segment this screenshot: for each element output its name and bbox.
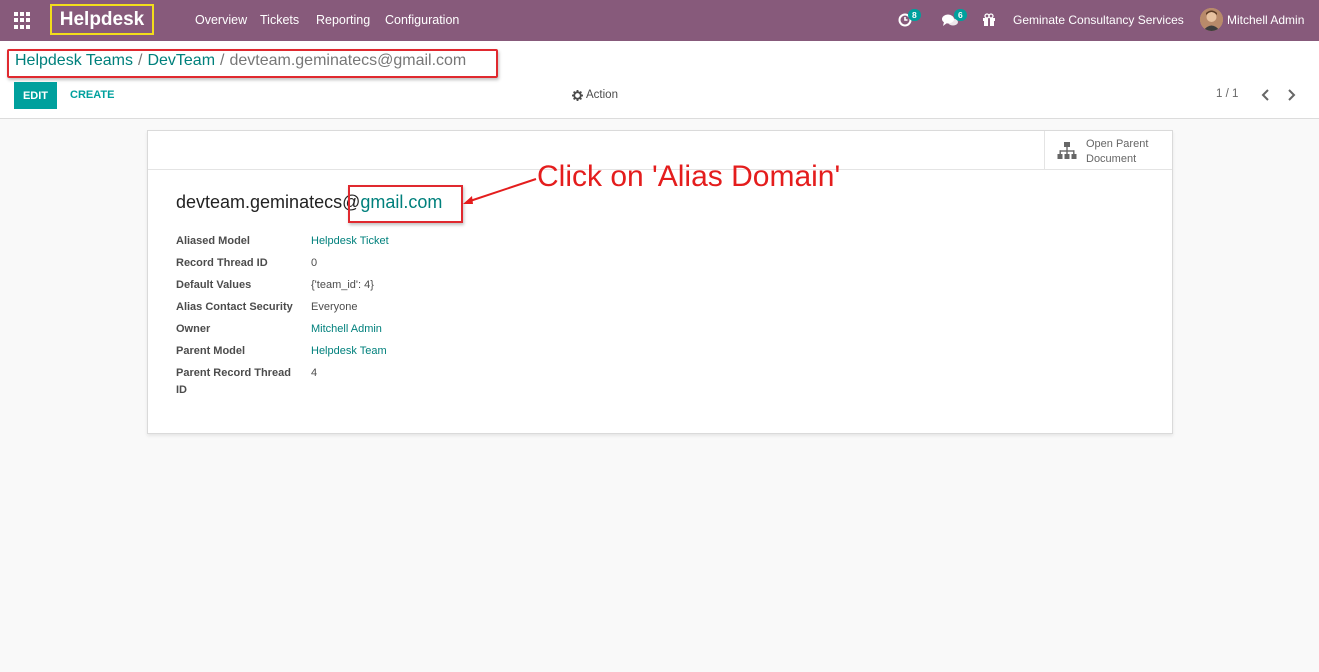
activity-clock-icon[interactable]: 8 (898, 9, 921, 28)
activity-count-badge: 8 (908, 9, 921, 21)
user-avatar[interactable] (1200, 8, 1223, 31)
open-parent-document-button[interactable]: Open Parent Document (1044, 131, 1172, 169)
field-label: Owner (176, 323, 211, 335)
gift-icon[interactable] (982, 10, 1000, 28)
breadcrumb-current: devteam.geminatecs@gmail.com (229, 52, 467, 69)
breadcrumb-devteam[interactable]: DevTeam (147, 52, 215, 69)
sitemap-icon (1057, 142, 1077, 159)
pager-value[interactable]: 1 / 1 (1216, 88, 1238, 100)
action-label: Action (586, 89, 618, 101)
pager-previous-chevron-left-icon[interactable] (1259, 87, 1273, 103)
field-label: Aliased Model (176, 235, 250, 247)
breadcrumb-helpdesk-teams[interactable]: Helpdesk Teams (15, 52, 133, 69)
smart-button-label: Open Parent Document (1086, 138, 1149, 165)
field-value-record-thread-id: 0 (311, 257, 318, 269)
messages-chat-icon[interactable]: 6 (942, 9, 967, 28)
breadcrumb-separator: / (220, 52, 225, 69)
field-value-aliased-model[interactable]: Helpdesk Ticket (311, 233, 389, 250)
breadcrumb: Helpdesk Teams / DevTeam / devteam.geminatec… (15, 52, 466, 70)
field-value-owner[interactable]: Mitchell Admin (311, 321, 382, 338)
menu-overview[interactable]: Overview (195, 13, 247, 27)
user-menu[interactable]: Mitchell Admin (1227, 13, 1304, 27)
create-button[interactable]: CREATE (70, 89, 114, 101)
company-switcher[interactable]: Geminate Consultancy Services (1013, 13, 1184, 27)
breadcrumb-separator: / (137, 52, 143, 69)
annotation-callout: Click on 'Alias Domain' (537, 160, 841, 193)
alias-domain-highlight-box (348, 185, 463, 223)
action-menu[interactable]: Action (572, 89, 618, 101)
field-label: Record Thread ID (176, 257, 268, 269)
field-label: Default Values (176, 279, 252, 291)
menu-configuration[interactable]: Configuration (385, 13, 459, 27)
apps-menu-icon[interactable] (14, 12, 31, 29)
control-panel: Helpdesk Teams / DevTeam / devteam.geminatec… (0, 41, 1319, 119)
menu-reporting[interactable]: Reporting (316, 13, 370, 27)
pager-next-chevron-right-icon[interactable] (1284, 87, 1298, 103)
menu-tickets[interactable]: Tickets (260, 13, 299, 27)
gear-icon (572, 89, 583, 101)
field-label: Parent Model (176, 345, 246, 357)
field-value-default-values: {'team_id': 4} (311, 279, 374, 291)
annotation-arrow-icon (463, 178, 537, 204)
messages-count-badge: 6 (954, 9, 967, 21)
app-brand[interactable]: Helpdesk (50, 4, 154, 35)
top-navbar: Helpdesk Overview Tickets Reporting Conf… (0, 0, 1319, 41)
alias-name: devteam.geminatecs@ (176, 192, 361, 212)
edit-button[interactable]: EDIT (14, 82, 57, 109)
field-label: Alias Contact Security (176, 301, 293, 313)
field-value-parent-model[interactable]: Helpdesk Team (311, 343, 387, 360)
field-value-alias-contact-security: Everyone (311, 301, 358, 313)
field-value-parent-record-thread-id: 4 (311, 367, 318, 379)
field-label: Parent Record Thread ID (176, 367, 291, 396)
